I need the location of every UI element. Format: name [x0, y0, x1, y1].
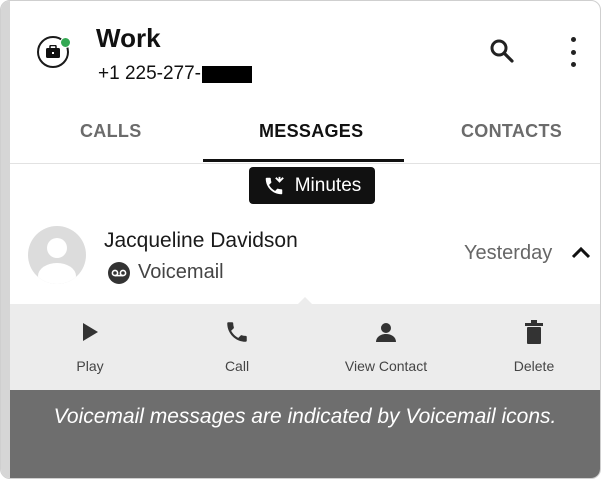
active-tab-indicator	[203, 159, 404, 162]
tab-messages[interactable]: MESSAGES	[259, 121, 363, 142]
delete-button[interactable]: Delete	[474, 318, 594, 374]
call-missed-icon	[265, 176, 284, 194]
redacted-block	[202, 65, 252, 83]
message-type-label: Voicemail	[138, 261, 224, 283]
online-status-dot	[60, 37, 71, 48]
minutes-label: Minutes	[294, 174, 362, 196]
minutes-badge[interactable]: Minutes	[249, 167, 375, 204]
play-label: Play	[76, 358, 104, 374]
message-list-item[interactable]: Jacqueline Davidson Voicemail Yesterday	[10, 214, 600, 304]
tab-calls[interactable]: CALLS	[80, 121, 142, 142]
contact-name: Jacqueline Davidson	[104, 229, 298, 252]
view-contact-button[interactable]: View Contact	[326, 318, 446, 374]
delete-label: Delete	[513, 358, 555, 374]
tab-bar: CALLS MESSAGES CONTACTS	[10, 101, 600, 164]
play-button[interactable]: Play	[30, 318, 150, 374]
chevron-up-icon[interactable]	[570, 244, 592, 260]
app-header: Work +1 225-277-	[10, 1, 600, 101]
account-title: Work	[96, 23, 161, 53]
tab-contacts[interactable]: CONTACTS	[461, 121, 562, 142]
phone-icon	[223, 318, 251, 346]
message-date: Yesterday	[464, 242, 553, 264]
play-icon	[76, 318, 104, 346]
search-icon[interactable]	[488, 37, 516, 65]
message-type: Voicemail	[108, 261, 224, 284]
voicemail-icon	[108, 261, 130, 284]
phone-number: +1 225-277-	[98, 63, 252, 85]
phone-number-text: +1 225-277-	[98, 63, 201, 84]
action-panel: Play Call View Contact Delete	[10, 304, 600, 390]
caption-text: Voicemail messages are indicated by Voic…	[10, 390, 600, 478]
left-edge-bar	[1, 1, 10, 478]
call-label: Call	[224, 358, 250, 374]
app-window: Work +1 225-277- CALLS MESSAGES CONTACTS…	[0, 0, 601, 479]
more-vert-icon[interactable]	[565, 37, 581, 67]
trash-icon	[520, 318, 548, 346]
person-icon	[372, 318, 400, 346]
view-contact-label: View Contact	[344, 358, 428, 374]
call-button[interactable]: Call	[177, 318, 297, 374]
avatar	[28, 226, 86, 284]
